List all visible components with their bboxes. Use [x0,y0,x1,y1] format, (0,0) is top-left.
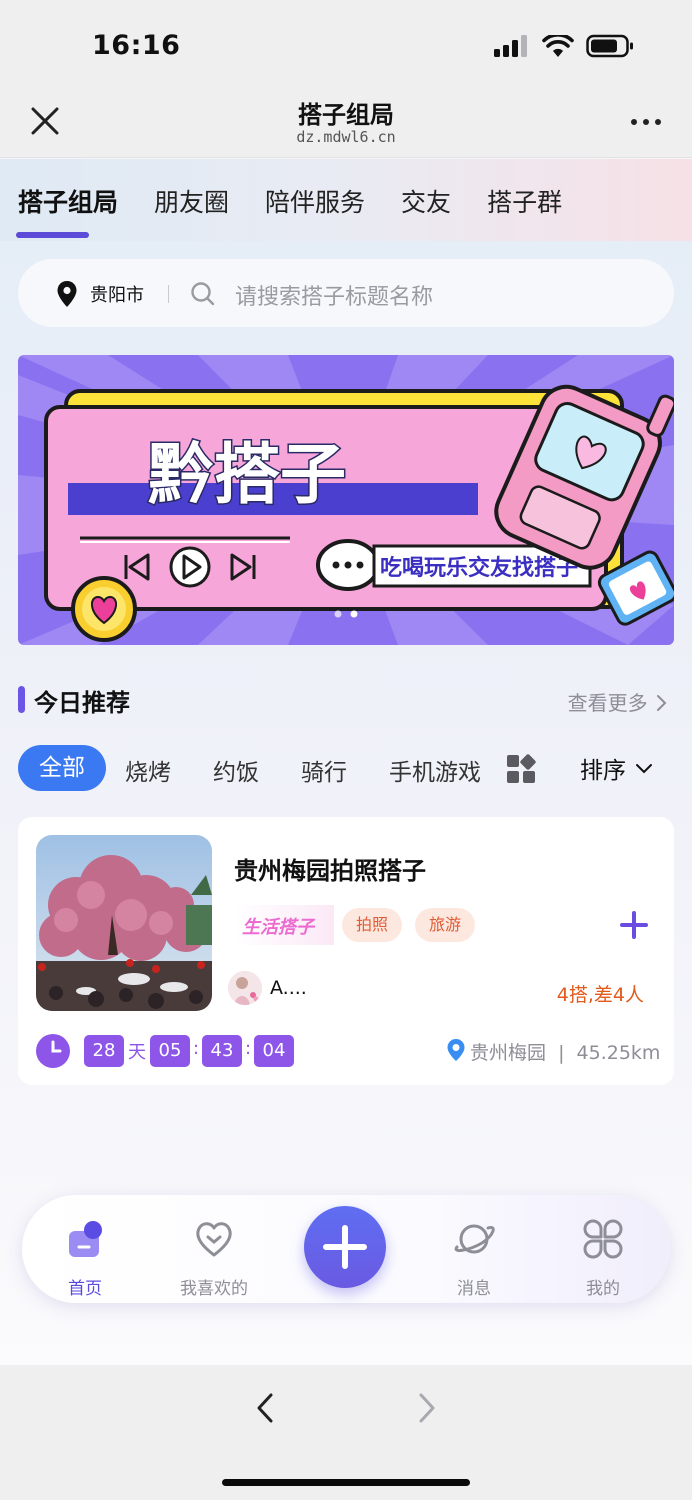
activity-card[interactable]: 贵州梅园拍照搭子 生活搭子 拍照 旅游 A.... 4搭,差4人 28 天 05… [18,817,674,1085]
nav-messages[interactable]: 消息 [424,1195,524,1303]
top-tabs: 搭子组局 朋友圈 陪伴服务 交友 搭子群 [18,183,562,219]
banner-subtitle: 吃喝玩乐交友找搭子 [380,555,578,581]
see-more-link[interactable]: 查看更多 [568,687,668,716]
countdown-colon: : [193,1038,200,1059]
sort-label: 排序 [580,758,626,784]
see-more-label: 查看更多 [567,691,648,715]
promo-banner[interactable]: 黔搭子 吃喝玩乐交友找搭子 [18,355,674,645]
location-pin-icon[interactable] [56,280,78,308]
banner-dot-1[interactable] [334,610,342,618]
nav-home[interactable]: 首页 [35,1195,135,1303]
status-icons [494,34,634,58]
divider [168,285,169,303]
countdown-seconds: 04 [254,1035,294,1067]
category-grid-icon[interactable] [506,754,536,784]
page-url: dz.mdwl6.cn [296,128,396,146]
countdown-days: 28 [84,1035,124,1067]
search-input[interactable]: 请搜索搭子标题名称 [235,279,433,311]
home-icon [69,1221,102,1257]
location-name: 贵州梅园 [470,1042,547,1064]
status-time: 16:16 [92,30,181,61]
nav-favorites-label: 我喜欢的 [180,1279,248,1299]
chevron-down-icon [636,764,653,774]
section-title: 今日推荐 [34,689,130,717]
sort-dropdown[interactable]: 排序 [580,751,653,785]
nav-profile[interactable]: 我的 [553,1195,653,1303]
tag-travel: 旅游 [415,908,476,942]
signal-icon [494,35,527,57]
tab-pengyouquan[interactable]: 朋友圈 [154,183,229,219]
back-arrow-icon[interactable] [252,1391,278,1425]
type-tag-label: 生活搭子 [242,917,314,938]
nav-profile-label: 我的 [586,1279,620,1299]
chevron-right-icon [657,695,667,711]
plus-icon [323,1225,367,1269]
tab-peiban-fuwu[interactable]: 陪伴服务 [265,183,365,219]
category-bbq[interactable]: 烧烤 [125,753,171,787]
category-dinner[interactable]: 约饭 [213,753,259,787]
tab-dazi-qun[interactable]: 搭子群 [487,183,562,219]
category-cycling[interactable]: 骑行 [301,753,347,787]
tab-dazi-zuju[interactable]: 搭子组局 [18,183,118,219]
blossom-photo [36,835,212,1011]
avatar-image [228,971,262,1005]
author-avatar[interactable] [228,971,262,1005]
activity-thumbnail[interactable] [36,835,212,1011]
active-tab-indicator [16,232,89,238]
heart-icon [196,1222,232,1257]
distance: 45.25km [576,1042,661,1064]
banner-artwork: 黔搭子 吃喝玩乐交友找搭子 [18,355,674,645]
countdown-colon: : [245,1038,252,1059]
countdown-minutes: 43 [202,1035,242,1067]
join-plus-icon[interactable] [620,911,648,939]
location-separator: | [558,1042,565,1064]
activity-title: 贵州梅园拍照搭子 [234,857,426,885]
browser-toolbar [0,1365,692,1500]
countdown-hours: 05 [150,1035,190,1067]
category-filter: 全部 烧烤 约饭 骑行 手机游戏 排序 [18,745,678,793]
tab-jiaoyou[interactable]: 交友 [401,183,451,219]
status-bar: 16:16 [0,0,692,90]
browser-navbar: 搭子组局 dz.mdwl6.cn [0,90,692,158]
city-selector[interactable]: 贵阳市 [90,281,144,307]
battery-icon [586,34,633,58]
wifi-icon [542,35,574,57]
page-title: 搭子组局 [298,101,394,129]
section-accent-bar [18,686,25,713]
forward-arrow-icon[interactable] [414,1391,440,1425]
planet-icon [454,1224,495,1254]
type-tag: 生活搭子 [234,905,334,945]
bottom-nav: 首页 我喜欢的 消息 我的 [22,1195,670,1303]
category-all[interactable]: 全部 [18,745,106,791]
banner-title: 黔搭子 [148,436,346,513]
search-bar[interactable]: 贵阳市 请搜索搭子标题名称 [18,259,674,327]
nav-messages-label: 消息 [457,1279,491,1299]
location-icon [447,1039,465,1061]
main-content: 搭子组局 朋友圈 陪伴服务 交友 搭子群 贵阳市 请搜索搭子标题名称 黔搭子 吃… [0,159,692,1365]
banner-dot-2[interactable] [350,610,358,618]
home-indicator [222,1479,470,1486]
category-mobile-games[interactable]: 手机游戏 [389,753,481,787]
create-button[interactable] [304,1206,386,1288]
clock-icon [36,1034,70,1068]
participant-status: 4搭,差4人 [556,984,644,1006]
more-icon[interactable] [628,110,664,134]
author-name: A.... [270,977,307,999]
grid-icon [583,1219,623,1259]
search-icon [191,282,215,306]
tag-photo: 拍照 [342,908,403,942]
countdown-day-unit: 天 [128,1042,146,1063]
activity-location: 贵州梅园 | 45.25km [470,1038,660,1065]
nav-favorites[interactable]: 我喜欢的 [164,1195,264,1303]
nav-home-label: 首页 [68,1279,102,1299]
